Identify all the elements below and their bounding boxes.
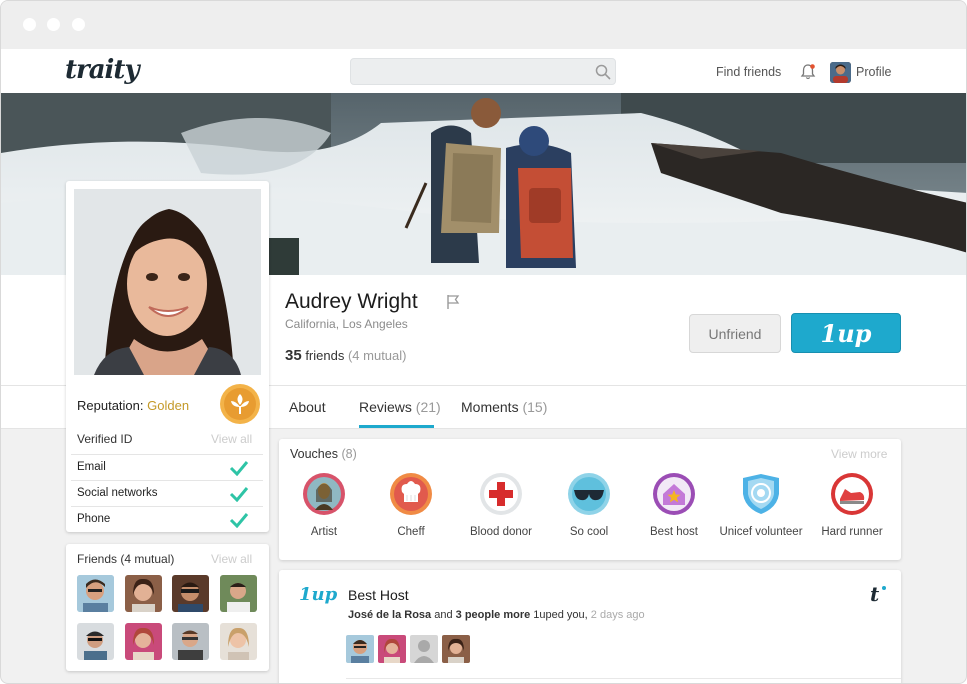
- verified-view-all-link[interactable]: View all: [211, 432, 252, 446]
- friend-thumbnail[interactable]: [77, 623, 114, 660]
- tab-label: Reviews: [359, 399, 412, 415]
- friend-thumbnail[interactable]: [172, 623, 209, 660]
- review-avatar-placeholder[interactable]: [410, 635, 438, 663]
- window-close-dot[interactable]: [23, 18, 36, 31]
- find-friends-link[interactable]: Find friends: [716, 65, 781, 79]
- golden-badge-icon[interactable]: [219, 383, 261, 425]
- search-input[interactable]: [350, 58, 616, 85]
- search-icon[interactable]: [595, 64, 611, 80]
- notification-bell-icon[interactable]: [800, 63, 816, 81]
- friends-count-label: friends: [305, 348, 345, 363]
- verified-item-label: Email: [77, 461, 106, 473]
- artist-badge-icon[interactable]: [302, 472, 346, 516]
- so-cool-badge-icon[interactable]: [567, 472, 611, 516]
- window-chrome: [1, 1, 966, 49]
- review-summary: José de la Rosa and 3 people more 1uped …: [348, 609, 645, 621]
- review-title: Best Host: [348, 587, 409, 603]
- unicef-volunteer-badge-icon[interactable]: [739, 472, 783, 516]
- vouches-title-label: Vouches: [290, 447, 338, 461]
- friend-thumbnail[interactable]: [172, 575, 209, 612]
- tab-count: (21): [415, 399, 441, 415]
- check-icon: [229, 513, 249, 528]
- friend-thumbnail[interactable]: [220, 623, 257, 660]
- verified-item-label: Social networks: [77, 487, 158, 499]
- check-icon: [229, 461, 249, 476]
- reputation-label: Reputation: Golden: [77, 398, 190, 413]
- vouch-label: Blood donor: [469, 526, 533, 538]
- review-divider: [346, 678, 901, 679]
- browser-window: traity Find friends Profile Reputation: …: [0, 0, 967, 684]
- tab-reviews[interactable]: Reviews (21): [359, 399, 441, 415]
- flag-icon[interactable]: [446, 294, 460, 310]
- profile-name: Audrey Wright: [285, 290, 418, 313]
- vouch-label: Artist: [310, 526, 338, 538]
- tab-count: (15): [522, 399, 548, 415]
- tab-label: Moments: [461, 399, 519, 415]
- brand-dot: [882, 586, 886, 590]
- active-tab-indicator: [359, 425, 434, 428]
- reputation-level: Golden: [147, 398, 190, 413]
- vouches-title: Vouches (8): [290, 447, 357, 461]
- traity-brand-icon: t: [870, 582, 880, 606]
- profile-link[interactable]: Profile: [856, 65, 891, 79]
- oneup-button[interactable]: 1up: [791, 313, 901, 353]
- unfriend-button[interactable]: Unfriend: [689, 314, 781, 353]
- window-minimize-dot[interactable]: [47, 18, 60, 31]
- profile-location: California, Los Angeles: [285, 317, 408, 331]
- friend-thumbnail[interactable]: [125, 623, 162, 660]
- verified-row-phone: Phone: [71, 506, 263, 532]
- hard-runner-badge-icon[interactable]: [830, 472, 874, 516]
- friends-box-title: Friends (4 mutual): [77, 552, 175, 566]
- window-maximize-dot[interactable]: [72, 18, 85, 31]
- check-icon: [229, 487, 249, 502]
- review-oneup-logo: 1up: [299, 584, 338, 605]
- review-action: 1uped you,: [533, 609, 588, 621]
- chef-badge-icon[interactable]: [389, 472, 433, 516]
- blood-donor-badge-icon[interactable]: [479, 472, 523, 516]
- vouch-label: Hard runner: [821, 526, 883, 538]
- verified-id-title: Verified ID: [77, 432, 133, 446]
- mutual-count: (4 mutual): [347, 348, 407, 363]
- vouches-count: (8): [341, 447, 357, 461]
- vouches-view-more-link[interactable]: View more: [831, 447, 887, 461]
- friends-count-number: 35: [285, 347, 302, 364]
- best-host-badge-icon[interactable]: [652, 472, 696, 516]
- profile-photo: [74, 189, 261, 375]
- review-author-link[interactable]: José de la Rosa: [348, 609, 431, 621]
- friend-thumbnail[interactable]: [220, 575, 257, 612]
- review-others-link[interactable]: 3 people more: [456, 609, 531, 621]
- friends-view-all-link[interactable]: View all: [211, 552, 252, 566]
- tab-moments[interactable]: Moments (15): [461, 399, 547, 415]
- review-timestamp: 2 days ago: [590, 609, 645, 621]
- vouch-label: Best host: [650, 526, 698, 538]
- review-avatar[interactable]: [442, 635, 470, 663]
- review-and: and: [434, 609, 453, 621]
- vouch-label: Cheff: [397, 526, 425, 538]
- vouch-label: So cool: [569, 526, 609, 538]
- verified-row-social: Social networks: [71, 480, 263, 506]
- review-avatar[interactable]: [346, 635, 374, 663]
- verified-row-email: Email: [71, 454, 263, 480]
- friend-thumbnail[interactable]: [125, 575, 162, 612]
- vouch-label: Unicef volunteer: [719, 526, 803, 538]
- friend-thumbnail[interactable]: [77, 575, 114, 612]
- tab-label: About: [289, 399, 326, 415]
- traity-logo[interactable]: traity: [65, 55, 140, 85]
- verified-item-label: Phone: [77, 513, 111, 525]
- tab-about[interactable]: About: [289, 399, 326, 415]
- nav-avatar[interactable]: [830, 62, 851, 83]
- review-avatar[interactable]: [378, 635, 406, 663]
- friends-count[interactable]: 35 friends (4 mutual): [285, 347, 407, 364]
